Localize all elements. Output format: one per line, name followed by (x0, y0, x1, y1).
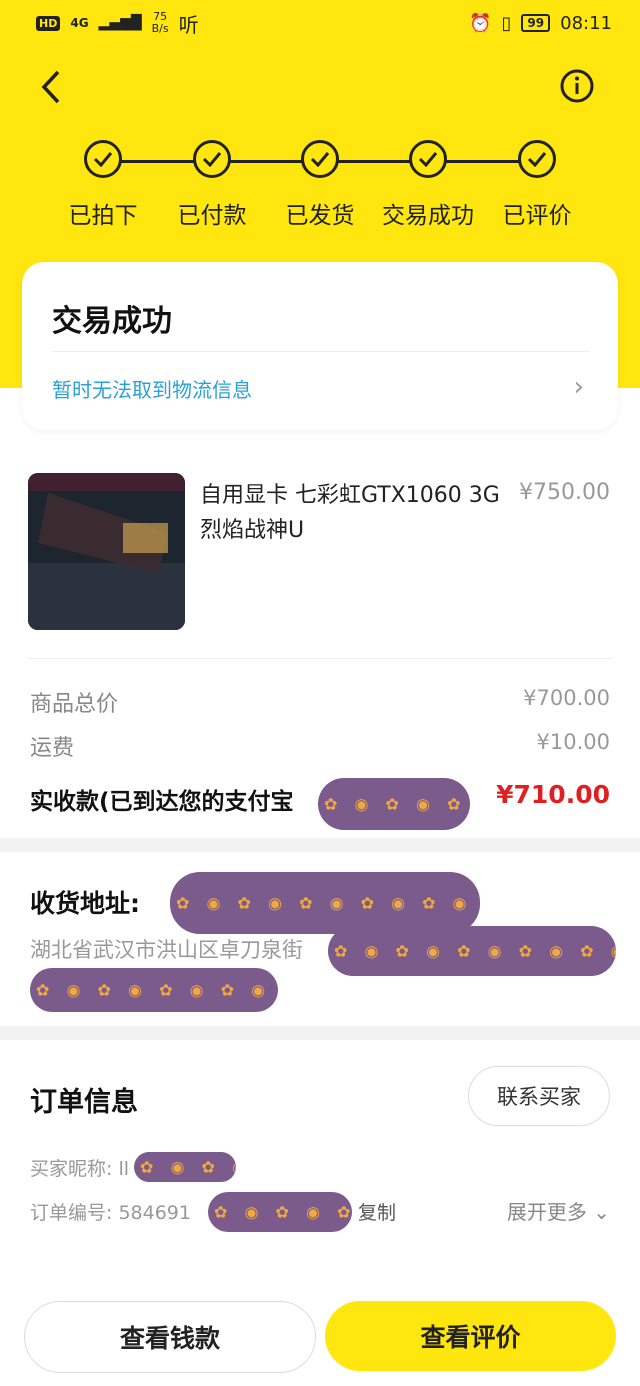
buyer-nickname: 买家昵称: ll (30, 1158, 129, 1180)
status-card: 交易成功 暂时无法取到物流信息 › (22, 262, 618, 430)
step-shipped: 已发货 (265, 140, 375, 230)
redaction-sticker (30, 968, 278, 1012)
view-money-button[interactable]: 查看钱款 (24, 1301, 316, 1373)
order-info-title: 订单信息 (30, 1087, 138, 1118)
contact-buyer-button[interactable]: 联系买家 (468, 1066, 610, 1126)
product-title[interactable]: 自用显卡 七彩虹GTX1060 3G烈焰战神U (200, 478, 500, 548)
status-title: 交易成功 (52, 304, 172, 339)
expand-more-button[interactable]: 展开更多 ⌄ (507, 1196, 610, 1225)
redaction-sticker (208, 1192, 352, 1232)
received-label: 实收款(已到达您的支付宝 (30, 789, 294, 815)
divider (28, 658, 612, 659)
total-value: ¥700.00 (523, 686, 610, 710)
total-label: 商品总价 (30, 692, 119, 717)
signal-bars-icon: ▂▄▆█ (98, 15, 142, 31)
address-line: 湖北省武汉市洪山区卓刀泉街 (30, 938, 303, 962)
step-paid: 已付款 (157, 140, 267, 230)
redaction-sticker (134, 1152, 236, 1182)
divider (52, 351, 590, 352)
step-reviewed: 已评价 (482, 140, 592, 230)
copy-button[interactable]: 复制 (358, 1198, 396, 1225)
listen-icon: 听 (178, 12, 199, 37)
check-icon (518, 140, 556, 178)
logistics-link[interactable]: 暂时无法取到物流信息 (52, 374, 252, 403)
check-icon (409, 140, 447, 178)
redaction-sticker (318, 778, 470, 830)
hd-badge: HD (36, 15, 61, 31)
check-icon (301, 140, 339, 178)
address-label: 收货地址: (30, 889, 140, 918)
chevron-down-icon: ⌄ (593, 1200, 610, 1224)
vibrate-icon: ▯ (501, 12, 512, 34)
back-icon[interactable] (38, 68, 68, 108)
redaction-sticker (170, 872, 480, 934)
product-price: ¥750.00 (519, 480, 610, 505)
chevron-right-icon[interactable]: › (574, 372, 584, 402)
step-success: 交易成功 (373, 140, 483, 230)
shipping-value: ¥10.00 (536, 730, 610, 754)
signal-icon: 4G (70, 16, 89, 30)
redaction-sticker (328, 926, 616, 976)
step-ordered: 已拍下 (48, 140, 158, 230)
network-speed: 75 B/s (151, 10, 169, 35)
battery-indicator: 99 (521, 14, 551, 32)
check-icon (84, 140, 122, 178)
shipping-label: 运费 (30, 736, 75, 761)
received-value: ¥710.00 (496, 780, 610, 809)
check-icon (193, 140, 231, 178)
alarm-icon: ⏰ (469, 12, 492, 34)
order-number: 订单编号: 584691 (30, 1202, 191, 1224)
view-review-button[interactable]: 查看评价 (325, 1301, 616, 1371)
info-icon[interactable] (560, 69, 594, 103)
status-bar: HD 4G ▂▄▆█ 75 B/s 听 ⏰ ▯ 99 08:11 (36, 8, 612, 38)
clock: 08:11 (560, 12, 612, 34)
product-image[interactable] (28, 473, 185, 630)
